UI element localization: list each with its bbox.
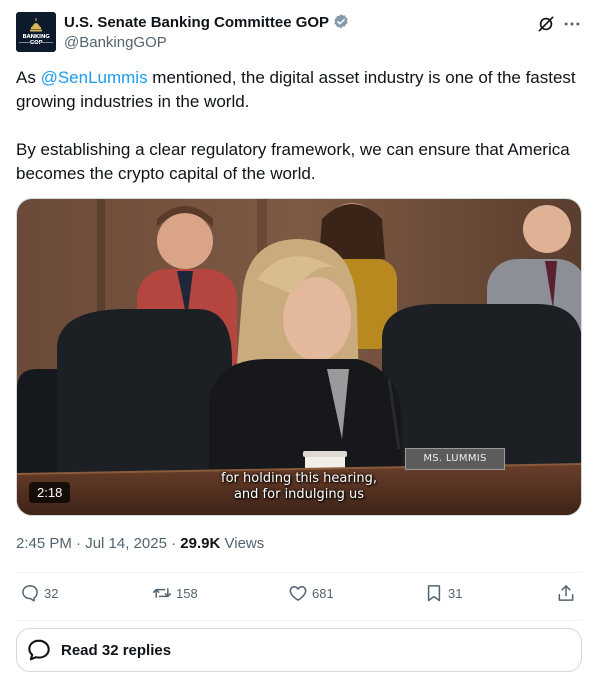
video-subtitle: for holding this hearing, and for indulg… xyxy=(157,471,441,503)
meta-separator: · xyxy=(76,535,82,552)
repost-count: 158 xyxy=(176,585,198,601)
mention-link[interactable]: @SenLummis xyxy=(41,68,148,87)
tweet-time[interactable]: 2:45 PM xyxy=(16,535,72,552)
name-line: U.S. Senate Banking Committee GOP xyxy=(64,13,350,31)
tweet-text-prefix: As xyxy=(16,68,41,87)
share-icon xyxy=(558,585,574,601)
video-duration: 2:18 xyxy=(29,482,71,503)
grok-icon[interactable] xyxy=(536,14,556,34)
subtitle-line-2: and for indulging us xyxy=(233,487,365,502)
divider xyxy=(16,572,582,573)
tweet-text: As @SenLummis mentioned, the digital ass… xyxy=(16,66,576,186)
tweet-meta: 2:45 PM · Jul 14, 2025 · 29.9K Views xyxy=(16,535,264,552)
repost-icon xyxy=(152,588,172,598)
repost-button[interactable]: 158 xyxy=(152,583,198,603)
reply-button[interactable]: 32 xyxy=(20,583,58,603)
chat-bubble-icon xyxy=(28,639,50,661)
meta-separator: · xyxy=(171,535,177,552)
video-player[interactable]: MS. LUMMIS for holding this hearing, and… xyxy=(16,198,582,516)
avatar-divider xyxy=(19,42,53,43)
subtitle-line-1: for holding this hearing, xyxy=(221,471,377,486)
bookmark-count: 31 xyxy=(448,585,463,601)
like-icon xyxy=(289,586,307,601)
avatar[interactable]: BANKING GOP xyxy=(16,12,56,52)
divider xyxy=(16,620,582,621)
views-label: Views xyxy=(224,535,265,552)
nameplate: MS. LUMMIS xyxy=(405,448,505,470)
verified-badge-icon[interactable] xyxy=(332,13,350,31)
bookmark-button[interactable]: 31 xyxy=(424,583,462,603)
bookmark-icon xyxy=(427,585,441,602)
reply-count: 32 xyxy=(44,585,59,601)
action-bar: 32 158 681 31 xyxy=(16,583,582,611)
display-name[interactable]: U.S. Senate Banking Committee GOP xyxy=(64,14,329,31)
tweet-paragraph-1: As @SenLummis mentioned, the digital ass… xyxy=(16,66,576,114)
tweet-date[interactable]: Jul 14, 2025 xyxy=(85,535,167,552)
views-count: 29.9K xyxy=(180,535,221,552)
handle[interactable]: @BankingGOP xyxy=(64,34,167,51)
tweet-header: BANKING GOP U.S. Senate Banking Committe… xyxy=(16,12,582,56)
reply-icon xyxy=(22,585,38,602)
tweet-paragraph-2: By establishing a clear regulatory frame… xyxy=(16,140,570,183)
like-count: 681 xyxy=(312,585,334,601)
capitol-dome-icon xyxy=(30,18,42,32)
read-replies-label: Read 32 replies xyxy=(61,641,172,659)
read-replies-button[interactable]: Read 32 replies xyxy=(16,628,582,672)
more-icon[interactable] xyxy=(562,14,582,34)
like-button[interactable]: 681 xyxy=(288,583,334,603)
share-button[interactable] xyxy=(556,583,580,603)
avatar-logo-text: BANKING GOP xyxy=(22,34,50,46)
